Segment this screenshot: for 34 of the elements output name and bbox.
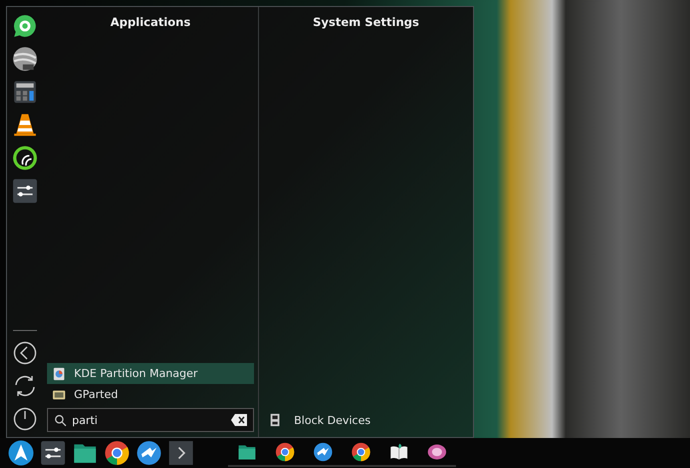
settings-result-item[interactable]: Block Devices: [263, 408, 469, 432]
column-title: System Settings: [312, 14, 420, 29]
column-title: Applications: [109, 14, 192, 29]
search-bar[interactable]: parti: [47, 408, 254, 432]
refresh-icon[interactable]: [13, 374, 37, 398]
partition-icon: [52, 366, 66, 380]
browser-icon[interactable]: [275, 442, 295, 462]
chat-bubble-icon: [12, 13, 38, 39]
browser-icon[interactable]: [351, 442, 371, 462]
app-result-item[interactable]: KDE Partition Manager: [47, 363, 254, 384]
favorite-app-button[interactable]: [12, 112, 38, 138]
search-icon: [54, 414, 67, 426]
drive-icon: [268, 413, 282, 427]
favorite-app-button[interactable]: [12, 46, 38, 72]
globe-icon: [12, 46, 38, 72]
browser-icon[interactable]: [104, 440, 130, 466]
open-book-icon[interactable]: [389, 442, 409, 462]
favorite-app-button[interactable]: [12, 145, 38, 171]
search-field[interactable]: parti: [72, 414, 226, 426]
sliders-icon: [40, 440, 66, 466]
round-app-icon[interactable]: [427, 442, 447, 462]
clear-icon[interactable]: [231, 414, 247, 426]
app-result-item[interactable]: GParted: [47, 384, 254, 405]
sliders-icon: [12, 178, 38, 204]
traffic-cone-icon: [12, 112, 38, 138]
chevron-right-icon[interactable]: [168, 440, 194, 466]
swirl-icon: [12, 145, 38, 171]
favorite-app-button[interactable]: [12, 178, 38, 204]
power-icon[interactable]: [13, 407, 37, 431]
favorite-app-button[interactable]: [12, 79, 38, 105]
back-icon[interactable]: [13, 341, 37, 365]
launcher-icon[interactable]: [8, 440, 34, 466]
calculator-icon: [12, 79, 38, 105]
favorite-app-button[interactable]: [12, 13, 38, 39]
